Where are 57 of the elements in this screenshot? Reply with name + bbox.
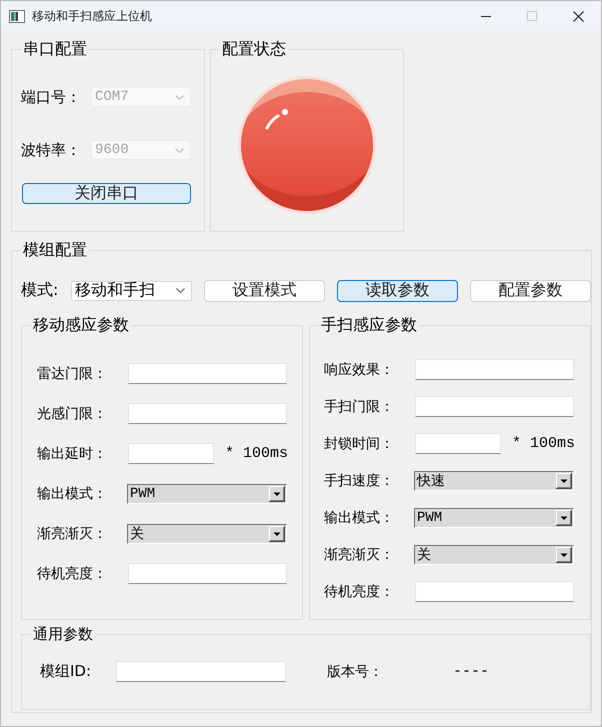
push-button[interactable]: 配置参数 xyxy=(470,280,591,302)
dropdown-arrow-icon xyxy=(556,472,572,488)
group-title: 串口配置 xyxy=(22,40,88,58)
field-label: 渐亮渐灭： xyxy=(324,546,395,564)
input-field[interactable] xyxy=(415,581,574,602)
group-title: 手扫感应参数 xyxy=(320,316,418,334)
group-title: 模组配置 xyxy=(22,241,88,259)
field-label: 输出延时： xyxy=(37,444,108,462)
dropdown[interactable]: 关 xyxy=(127,524,287,544)
field-label: 光感门限： xyxy=(37,404,108,422)
dropdown[interactable]: PWM xyxy=(414,508,574,528)
field-label: 待机亮度： xyxy=(324,582,395,600)
dropdown-arrow-icon xyxy=(269,486,285,502)
dropdown-arrow-icon xyxy=(556,510,572,526)
chevron-icon xyxy=(175,94,184,100)
push-button[interactable]: 读取参数 xyxy=(337,280,458,302)
input-field[interactable] xyxy=(415,433,501,454)
close-icon[interactable] xyxy=(572,10,584,22)
push-button[interactable]: 关闭串口 xyxy=(22,183,191,204)
window-icon xyxy=(9,10,25,22)
input-field[interactable] xyxy=(128,443,214,464)
dropdown-arrow-icon xyxy=(269,526,285,542)
dropdown[interactable]: PWM xyxy=(127,484,287,504)
field-label: 渐亮渐灭： xyxy=(37,524,108,542)
chevron-icon xyxy=(175,148,184,152)
push-button[interactable]: 设置模式 xyxy=(204,280,325,302)
input-field[interactable] xyxy=(415,359,574,380)
field-label: 封锁时间： xyxy=(324,434,395,452)
field-label: 模组ID: xyxy=(40,662,92,681)
input-field[interactable] xyxy=(128,403,287,424)
field-label: 输出模式： xyxy=(324,508,395,526)
input-field[interactable] xyxy=(116,661,286,682)
field-label: 手扫速度： xyxy=(324,472,395,490)
version-value: ---- xyxy=(453,663,490,680)
field-label: 响应效果： xyxy=(324,360,395,378)
window-title: 移动和手扫感应上位机 xyxy=(32,8,152,24)
dropdown-arrow-icon xyxy=(556,546,572,562)
group-title: 移动感应参数 xyxy=(32,316,130,334)
field-label: 版本号： xyxy=(327,662,384,680)
field-label: 输出模式： xyxy=(37,484,108,502)
dropdown[interactable]: 快速 xyxy=(414,470,574,490)
group-title: 配置状态 xyxy=(221,40,287,58)
field-label: 波特率： xyxy=(21,140,82,160)
field-label: 模式: xyxy=(21,280,60,301)
input-field[interactable] xyxy=(128,563,287,584)
field-label: 待机亮度： xyxy=(37,564,108,582)
input-field[interactable] xyxy=(128,363,287,384)
field-label: 端口号： xyxy=(21,88,82,106)
input-field[interactable] xyxy=(415,396,574,417)
dropdown[interactable]: 移动和手扫 xyxy=(71,280,192,300)
field-label: 手扫门限： xyxy=(324,398,395,416)
unit-label: * 100ms xyxy=(225,445,288,462)
chevron-icon xyxy=(176,288,185,293)
unit-label: * 100ms xyxy=(512,435,576,452)
field-label: 雷达门限： xyxy=(37,364,108,382)
dropdown[interactable]: 关 xyxy=(414,544,574,564)
group-title: 通用参数 xyxy=(32,625,94,643)
